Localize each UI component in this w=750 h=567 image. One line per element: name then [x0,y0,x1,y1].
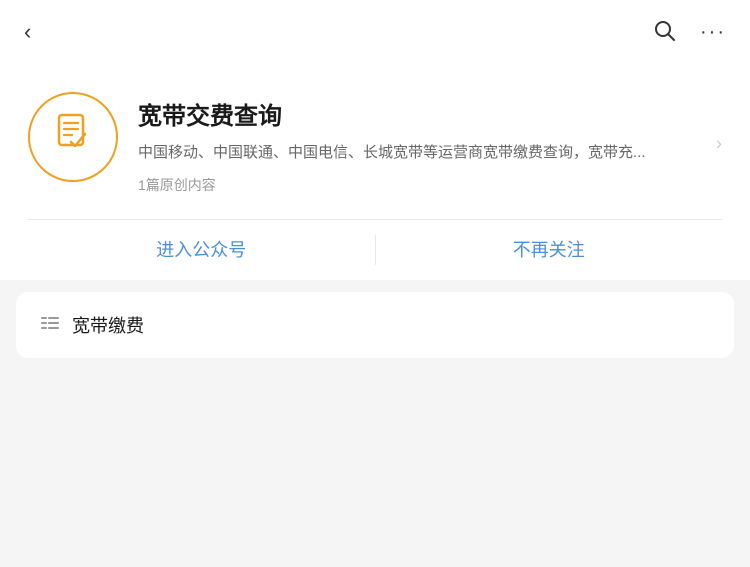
profile-card: 宽带交费查询 中国移动、中国联通、中国电信、长城宽带等运营商宽带缴费查询，宽带充… [0,64,750,280]
content-card[interactable]: 宽带缴费 [16,292,734,358]
chevron-right-icon: › [716,133,722,154]
profile-name: 宽带交费查询 [138,96,722,131]
content-card-title: 宽带缴费 [72,312,144,338]
unfollow-button[interactable]: 不再关注 [376,220,723,280]
back-button[interactable]: ‹ [24,19,31,45]
top-bar-left: ‹ [24,19,31,45]
search-icon [652,18,676,42]
profile-info: 宽带交费查询 中国移动、中国联通、中国电信、长城宽带等运营商宽带缴费查询，宽带充… [138,92,722,195]
search-button[interactable] [652,18,676,47]
bottom-section: 宽带缴费 [0,292,750,358]
profile-header: 宽带交费查询 中国移动、中国联通、中国电信、长城宽带等运营商宽带缴费查询，宽带充… [28,92,722,195]
list-icon [40,313,60,338]
profile-meta: 1篇原创内容 [138,175,722,195]
profile-description: 中国移动、中国联通、中国电信、长城宽带等运营商宽带缴费查询，宽带充... [138,141,722,165]
action-buttons: 进入公众号 不再关注 [28,220,722,280]
top-bar-right: ··· [652,18,726,47]
more-button[interactable]: ··· [700,21,726,44]
avatar-icon [51,110,95,164]
top-bar: ‹ ··· [0,0,750,64]
enter-account-button[interactable]: 进入公众号 [28,220,375,280]
avatar [28,92,118,182]
